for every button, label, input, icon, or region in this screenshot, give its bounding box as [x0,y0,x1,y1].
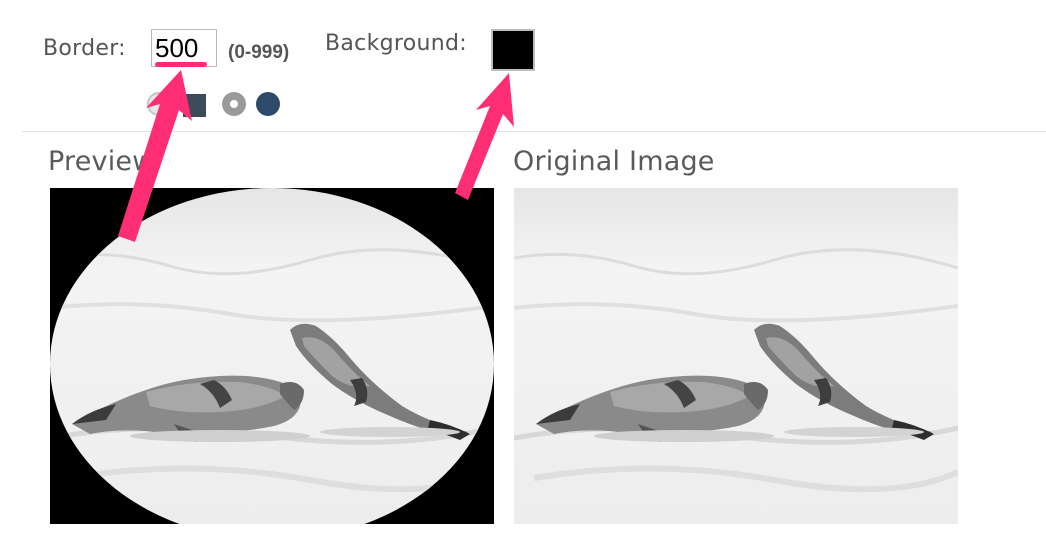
background-color-fill [493,31,533,69]
border-label: Border: [43,36,126,61]
border-range-hint: (0-999) [228,42,290,63]
original-image-title: Original Image [513,146,715,177]
square-icon[interactable] [183,94,206,117]
preview-image [50,188,494,524]
ring-icon[interactable] [222,92,246,116]
divider [22,131,1046,132]
background-label: Background: [325,31,467,56]
circle-outline-icon[interactable] [147,92,171,116]
original-image [514,188,958,524]
preview-title: Preview [48,146,155,177]
filled-circle-icon[interactable] [256,92,280,116]
annotation-underline [155,62,207,67]
background-color-swatch[interactable] [491,29,535,71]
original-image-graphic [514,188,958,524]
arrow-to-background-swatch [455,73,514,200]
preview-image-graphic [50,188,494,524]
